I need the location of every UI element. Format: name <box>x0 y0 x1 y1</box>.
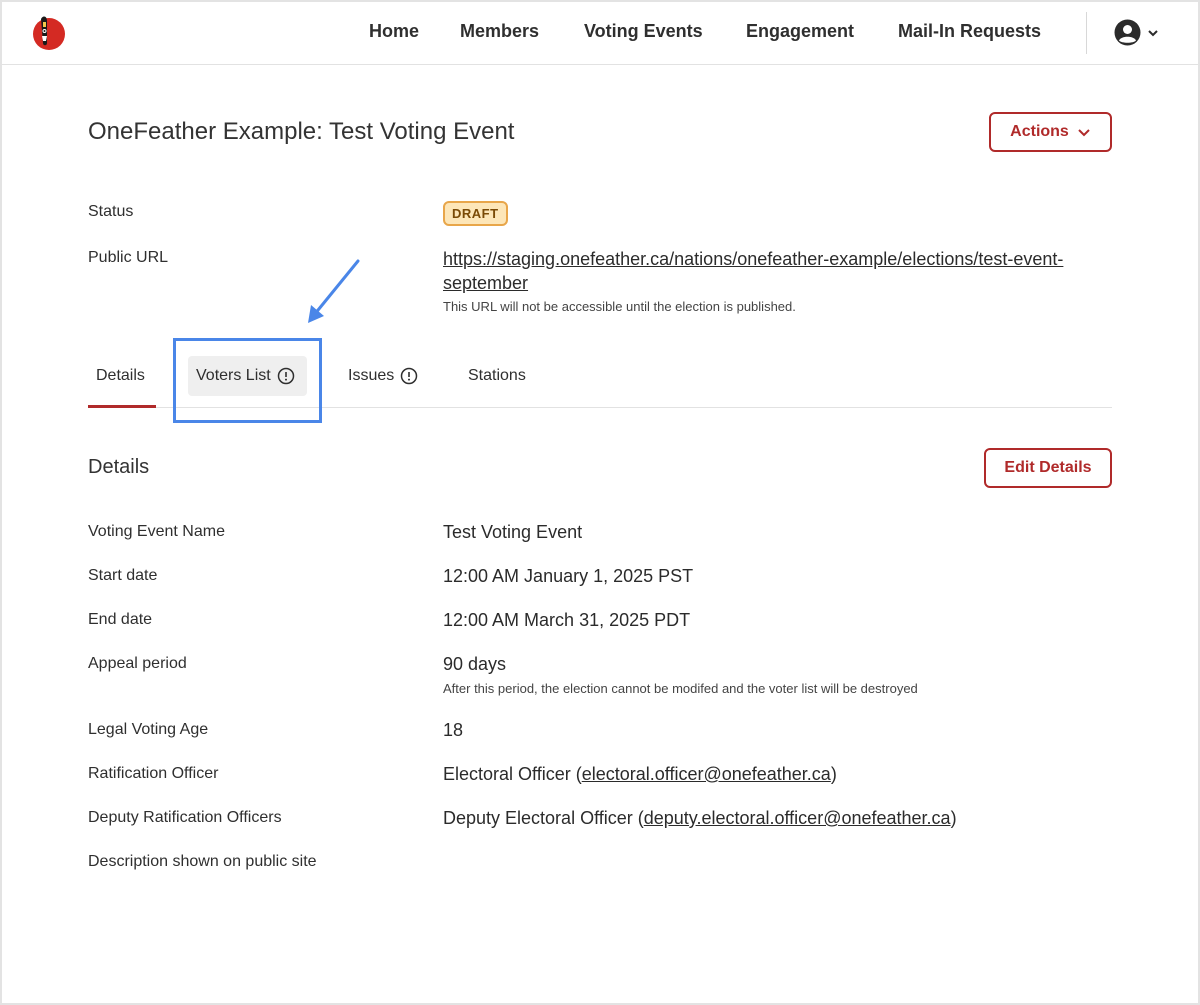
detail-label-deputy-officers: Deputy Ratification Officers <box>88 809 282 826</box>
details-section-title: Details <box>88 456 150 478</box>
detail-label-description: Description shown on public site <box>88 853 317 870</box>
status-label: Status <box>88 203 134 220</box>
detail-value-start-date: 12:00 AM January 1, 2025 PST <box>443 566 694 586</box>
detail-label-start-date: Start date <box>88 567 158 584</box>
detail-label-appeal-period: Appeal period <box>88 655 187 672</box>
deputy-officer-email-link[interactable]: deputy.electoral.officer@onefeather.ca <box>644 808 951 828</box>
nav-home[interactable]: Home <box>369 21 419 42</box>
nav-voting-events[interactable]: Voting Events <box>584 21 703 42</box>
onefeather-logo-icon[interactable] <box>30 13 66 51</box>
detail-value-legal-voting-age: 18 <box>443 720 464 740</box>
public-url-note: This URL will not be accessible until th… <box>443 299 796 314</box>
tab-details-label: Details <box>96 367 145 384</box>
nav-mail-in-requests[interactable]: Mail-In Requests <box>898 21 1041 42</box>
detail-value-end-date: 12:00 AM March 31, 2025 PDT <box>443 610 691 630</box>
top-nav: Home Members Voting Events Engagement Ma… <box>2 2 1198 65</box>
detail-value-ratification-officer: Electoral Officer (electoral.officer@one… <box>443 764 837 784</box>
detail-label-legal-voting-age: Legal Voting Age <box>88 721 209 738</box>
tab-issues-label: Issues <box>348 367 395 384</box>
detail-label-end-date: End date <box>88 611 153 628</box>
detail-label-voting-event-name: Voting Event Name <box>88 523 225 540</box>
ratification-officer-email-link[interactable]: electoral.officer@onefeather.ca <box>582 764 831 784</box>
detail-label-ratification-officer: Ratification Officer <box>88 765 219 782</box>
tab-details[interactable]: Details <box>96 367 145 385</box>
tab-stations[interactable]: Stations <box>468 367 526 385</box>
actions-button[interactable]: Actions <box>989 112 1112 152</box>
nav-engagement[interactable]: Engagement <box>746 21 854 42</box>
detail-value-voting-event-name: Test Voting Event <box>443 522 583 542</box>
ratification-officer-name: Electoral Officer <box>443 764 571 784</box>
page-title: OneFeather Example: Test Voting Event <box>88 118 515 145</box>
appeal-period-note: After this period, the election cannot b… <box>443 681 918 696</box>
status-badge: DRAFT <box>443 201 508 226</box>
deputy-officer-name: Deputy Electoral Officer <box>443 808 633 828</box>
detail-value-appeal-period: 90 days <box>443 654 507 674</box>
annotation-highlight-box <box>173 338 322 423</box>
tab-stations-label: Stations <box>468 367 526 384</box>
alert-circle-icon <box>401 367 418 385</box>
public-url-label: Public URL <box>88 249 169 266</box>
user-circle-icon <box>1114 19 1141 46</box>
tab-issues[interactable]: Issues <box>348 367 418 385</box>
chevron-down-icon <box>1148 29 1158 36</box>
actions-button-label: Actions <box>1010 123 1069 140</box>
account-menu[interactable] <box>1114 19 1159 46</box>
edit-details-button[interactable]: Edit Details <box>984 448 1112 488</box>
annotation-arrow-icon <box>308 259 360 323</box>
detail-value-deputy-officers: Deputy Electoral Officer (deputy.elector… <box>443 808 957 828</box>
chevron-down-icon <box>1078 128 1090 136</box>
nav-divider <box>1086 12 1087 54</box>
nav-members[interactable]: Members <box>460 21 539 42</box>
public-url-link[interactable]: https://staging.onefeather.ca/nations/on… <box>443 247 1093 295</box>
tab-active-indicator <box>88 405 156 408</box>
